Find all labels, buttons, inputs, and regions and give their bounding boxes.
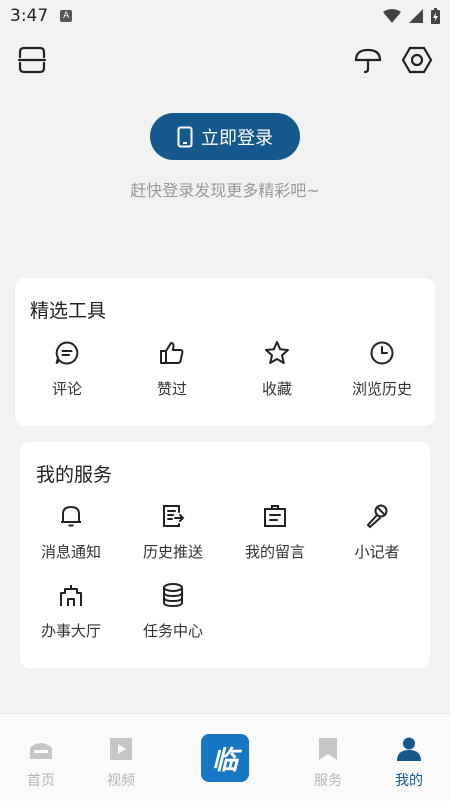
clock-icon — [370, 341, 394, 365]
login-hint: 赶快登录发现更多精彩吧~ — [130, 181, 320, 200]
service-label: 办事大厅 — [40, 622, 101, 640]
tab-home[interactable]: 首页 — [1, 714, 81, 801]
center-logo-button[interactable]: 临 — [201, 734, 249, 782]
umbrella-button[interactable] — [352, 44, 384, 76]
comment-icon — [55, 341, 79, 365]
tab-label: 我的 — [395, 773, 423, 789]
tool-liked[interactable]: 赞过 — [121, 340, 223, 399]
featured-tools-card: 精选工具 评论 赞过 收藏 浏览历史 — [15, 278, 435, 426]
login-button[interactable]: 立即登录 — [150, 113, 300, 160]
service-label: 历史推送 — [142, 543, 203, 561]
notification-badge-icon: A — [60, 10, 73, 22]
tab-label: 首页 — [27, 773, 55, 789]
tool-label: 评论 — [51, 380, 82, 398]
service-junior-reporter[interactable]: 小记者 — [326, 503, 428, 562]
bookmark-icon — [319, 738, 337, 760]
database-icon — [163, 583, 183, 608]
tab-label: 服务 — [314, 773, 342, 789]
service-label: 我的留言 — [244, 543, 305, 561]
service-task-center[interactable]: 任务中心 — [122, 582, 224, 641]
person-icon — [397, 737, 421, 761]
tool-label: 浏览历史 — [351, 380, 412, 398]
service-notifications[interactable]: 消息通知 — [20, 503, 122, 562]
settings-hexagon-icon — [401, 46, 433, 74]
push-history-icon — [163, 505, 185, 527]
status-time: 3:47 — [10, 6, 49, 26]
tool-label: 收藏 — [261, 380, 292, 398]
thumbs-up-icon — [160, 342, 184, 364]
status-bar: 3:47 A — [0, 0, 450, 32]
service-service-hall[interactable]: 办事大厅 — [20, 582, 122, 641]
tab-mine[interactable]: 我的 — [369, 714, 449, 801]
phone-icon — [177, 126, 193, 147]
battery-icon — [431, 8, 440, 24]
home-icon — [30, 743, 52, 759]
umbrella-icon — [354, 48, 382, 74]
center-logo-text: 临 — [211, 745, 238, 776]
tool-favorites[interactable]: 收藏 — [226, 340, 328, 399]
service-label: 消息通知 — [40, 543, 101, 561]
hall-icon — [60, 585, 82, 606]
microphone-icon — [366, 504, 388, 529]
login-button-label: 立即登录 — [201, 127, 273, 149]
play-icon — [110, 738, 132, 760]
tab-video[interactable]: 视频 — [81, 714, 161, 801]
tool-comment[interactable]: 评论 — [16, 340, 118, 399]
tab-service[interactable]: 服务 — [288, 714, 368, 801]
star-icon — [265, 341, 289, 364]
scan-icon — [17, 46, 47, 74]
message-board-icon — [264, 505, 286, 527]
my-services-title: 我的服务 — [36, 464, 113, 486]
service-push-history[interactable]: 历史推送 — [122, 503, 224, 562]
signal-icon — [409, 9, 423, 23]
top-bar — [0, 44, 450, 80]
settings-button[interactable] — [401, 44, 433, 76]
bell-icon — [61, 506, 81, 527]
tab-label: 视频 — [107, 773, 135, 789]
service-label: 任务中心 — [142, 622, 203, 640]
bottom-tab-bar: 首页 视频 临 服务 我的 — [0, 713, 450, 801]
tool-browse-history[interactable]: 浏览历史 — [331, 340, 433, 399]
service-my-messages[interactable]: 我的留言 — [224, 503, 326, 562]
service-label: 小记者 — [354, 543, 400, 561]
scan-button[interactable] — [16, 44, 48, 76]
tool-label: 赞过 — [156, 380, 187, 398]
my-services-card: 我的服务 消息通知 历史推送 我的留言 小记者 办事大厅 任务中心 — [20, 442, 430, 668]
wifi-icon — [383, 9, 401, 23]
featured-tools-title: 精选工具 — [30, 300, 107, 322]
